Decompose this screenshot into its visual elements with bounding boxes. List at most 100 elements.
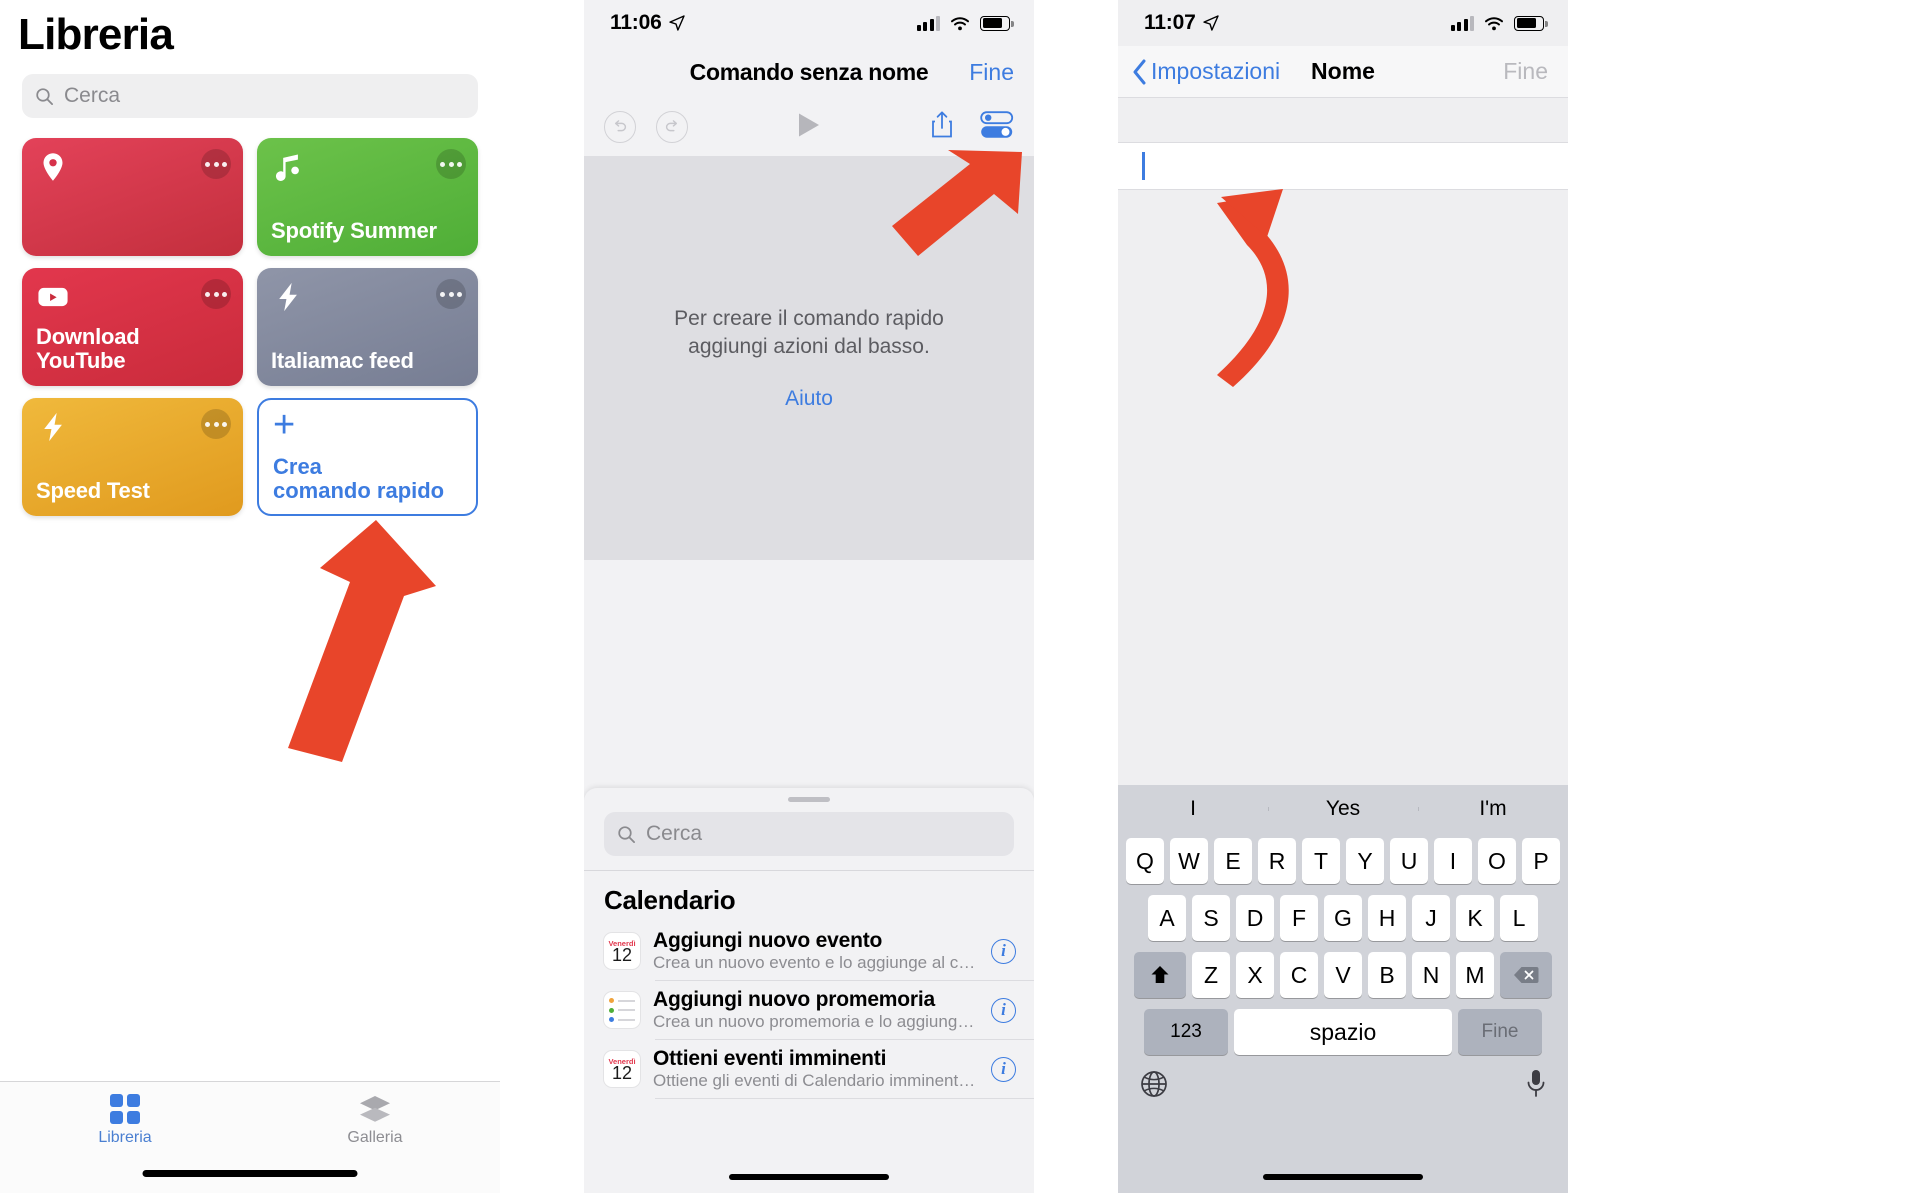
shortcut-settings-button[interactable] — [980, 110, 1014, 145]
key-b[interactable]: B — [1368, 952, 1406, 998]
prediction-item[interactable]: I — [1118, 797, 1268, 821]
page-title: Nome — [1311, 58, 1375, 84]
key-v[interactable]: V — [1324, 952, 1362, 998]
youtube-icon — [38, 287, 68, 307]
redo-button[interactable] — [656, 111, 688, 143]
dictation-key[interactable] — [1525, 1068, 1547, 1105]
share-button[interactable] — [930, 110, 954, 144]
tab-label: Galleria — [347, 1128, 403, 1146]
shortcut-name-title: Comando senza nome — [689, 58, 929, 85]
key-c[interactable]: C — [1280, 952, 1318, 998]
key-p[interactable]: P — [1522, 838, 1560, 884]
key-u[interactable]: U — [1390, 838, 1428, 884]
key-z[interactable]: Z — [1192, 952, 1230, 998]
prediction-item[interactable]: I'm — [1418, 797, 1568, 821]
key-o[interactable]: O — [1478, 838, 1516, 884]
action-subtitle: Crea un nuovo promemoria e lo aggiunge a… — [653, 1012, 978, 1031]
key-x[interactable]: X — [1236, 952, 1274, 998]
backspace-key[interactable] — [1500, 952, 1552, 998]
name-input-field[interactable] — [1118, 142, 1568, 190]
tab-libreria[interactable]: Libreria — [0, 1082, 250, 1158]
create-shortcut-label: Crea comando rapido — [273, 453, 445, 504]
layers-icon — [360, 1095, 390, 1122]
key-d[interactable]: D — [1236, 895, 1274, 941]
status-bar: 11:06 — [584, 0, 1034, 46]
numbers-key[interactable]: 123 — [1144, 1009, 1228, 1055]
info-button[interactable]: i — [991, 938, 1016, 964]
tab-galleria[interactable]: Galleria — [250, 1082, 500, 1158]
info-button[interactable]: i — [991, 1056, 1016, 1082]
keyboard-rows: Q W E R T Y U I O P A S D F G H J K L Z … — [1118, 833, 1568, 1105]
key-a[interactable]: A — [1148, 895, 1186, 941]
shortcut-tile[interactable]: Download YouTube — [22, 268, 243, 386]
editor-nav-bar: Comando senza nome Fine — [584, 46, 1034, 98]
actions-sheet: Cerca Calendario Venerdì 12 Aggiungi nuo… — [584, 788, 1034, 1193]
action-row[interactable]: Venerdì 12 Ottieni eventi imminenti Otti… — [584, 1040, 1034, 1098]
sheet-grabber[interactable] — [788, 797, 830, 802]
run-button[interactable] — [796, 111, 822, 144]
key-t[interactable]: T — [1302, 838, 1340, 884]
return-key[interactable]: Fine — [1458, 1009, 1542, 1055]
globe-key[interactable] — [1139, 1069, 1169, 1104]
key-s[interactable]: S — [1192, 895, 1230, 941]
key-h[interactable]: H — [1368, 895, 1406, 941]
tab-label: Libreria — [98, 1128, 152, 1146]
key-n[interactable]: N — [1412, 952, 1450, 998]
key-e[interactable]: E — [1214, 838, 1252, 884]
search-input[interactable]: Cerca — [22, 74, 478, 118]
keyboard-row-1: Q W E R T Y U I O P — [1121, 838, 1565, 884]
tile-more-button[interactable] — [436, 149, 466, 179]
toggles-icon — [980, 110, 1014, 138]
tile-more-button[interactable] — [201, 149, 231, 179]
key-i[interactable]: I — [1434, 838, 1472, 884]
action-title: Aggiungi nuovo evento — [653, 929, 883, 952]
info-button[interactable]: i — [991, 997, 1016, 1023]
key-r[interactable]: R — [1258, 838, 1296, 884]
shortcut-tile[interactable]: Spotify Summer — [257, 138, 478, 256]
share-icon — [932, 111, 952, 138]
search-placeholder-text: Cerca — [64, 84, 121, 107]
undo-button[interactable] — [604, 111, 636, 143]
back-button[interactable]: Impostazioni — [1132, 58, 1280, 85]
help-link[interactable]: Aiuto — [785, 387, 833, 411]
spacer — [1118, 98, 1568, 142]
done-button[interactable]: Fine — [1503, 58, 1548, 85]
key-q[interactable]: Q — [1126, 838, 1164, 884]
key-l[interactable]: L — [1500, 895, 1538, 941]
shortcut-tile[interactable]: Italiamac feed — [257, 268, 478, 386]
key-m[interactable]: M — [1456, 952, 1494, 998]
tile-more-button[interactable] — [436, 279, 466, 309]
calendar-icon: Venerdì 12 — [604, 1051, 640, 1087]
key-j[interactable]: J — [1412, 895, 1450, 941]
prediction-item[interactable]: Yes — [1268, 797, 1418, 821]
status-time: 11:07 — [1144, 11, 1219, 35]
key-y[interactable]: Y — [1346, 838, 1384, 884]
grid-icon — [110, 1093, 140, 1124]
shortcut-tile-label: Speed Test — [36, 478, 150, 504]
actions-search-placeholder: Cerca — [646, 822, 703, 845]
key-k[interactable]: K — [1456, 895, 1494, 941]
action-row[interactable]: Venerdì 12 Aggiungi nuovo evento Crea un… — [584, 922, 1034, 980]
play-icon — [799, 113, 819, 136]
space-key[interactable]: spazio — [1234, 1009, 1452, 1055]
tile-more-button[interactable] — [201, 279, 231, 309]
shortcut-tile-label: Download YouTube — [36, 323, 140, 374]
reminders-icon — [604, 992, 640, 1028]
shortcut-tile[interactable] — [22, 138, 243, 256]
shortcut-tile[interactable]: Speed Test — [22, 398, 243, 516]
action-row[interactable]: Aggiungi nuovo promemoria Crea un nuovo … — [584, 981, 1034, 1039]
shortcut-editor-screen: 11:06 Comando senza nome Fine Per creare… — [584, 0, 1034, 1193]
actions-search-input[interactable]: Cerca — [604, 812, 1014, 856]
editor-toolbar — [584, 98, 1034, 156]
key-w[interactable]: W — [1170, 838, 1208, 884]
key-f[interactable]: F — [1280, 895, 1318, 941]
chevron-left-icon — [1133, 59, 1146, 84]
keyboard-row-3: Z X C V B N M — [1121, 952, 1565, 998]
shift-key[interactable] — [1134, 952, 1186, 998]
key-g[interactable]: G — [1324, 895, 1362, 941]
create-shortcut-tile[interactable]: + Crea comando rapido — [257, 398, 478, 516]
tile-more-button[interactable] — [201, 409, 231, 439]
cellular-icon — [1450, 15, 1474, 31]
done-button[interactable]: Fine — [969, 59, 1014, 86]
cellular-icon — [916, 15, 940, 31]
